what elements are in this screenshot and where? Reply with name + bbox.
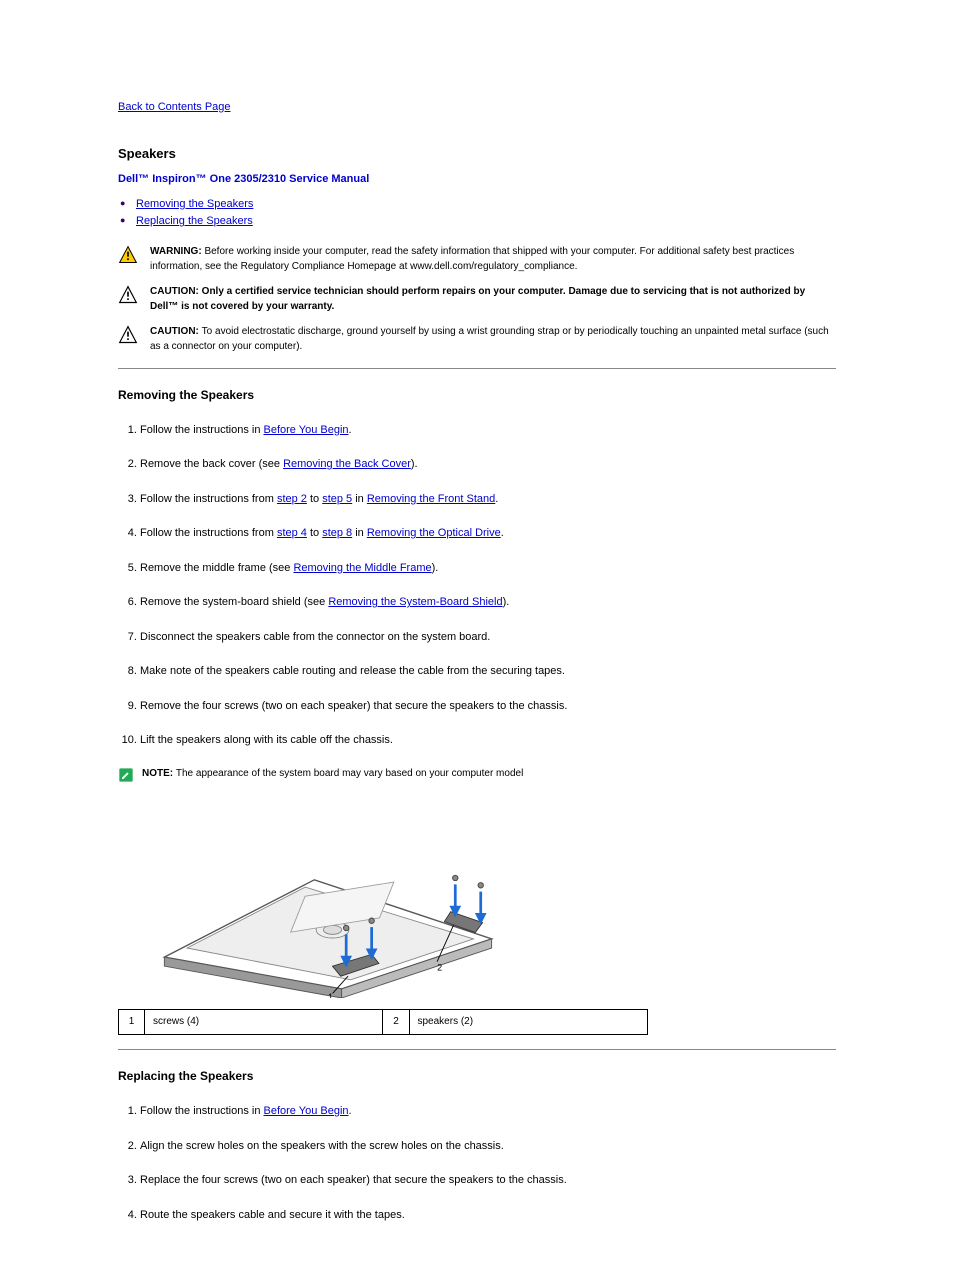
step-5-link[interactable]: step 5 [322,493,352,505]
removing-middle-frame-link[interactable]: Removing the Middle Frame [293,562,431,574]
divider [118,1049,836,1050]
step-2: Remove the back cover (see Removing the … [140,456,836,473]
divider [118,368,836,369]
toc-replacing-speakers-link[interactable]: Replacing the Speakers [136,215,253,227]
note-body: The appearance of the system board may v… [176,768,523,779]
diagram-legend-table: 1 screws (4) 2 speakers (2) [118,1009,648,1035]
replace-step-3: Replace the four screws (two on each spe… [140,1172,836,1189]
step-2-link[interactable]: step 2 [277,493,307,505]
step-4-link[interactable]: step 4 [277,527,307,539]
step-8: Make note of the speakers cable routing … [140,663,836,680]
warning-notice: WARNING: Before working inside your comp… [118,244,836,274]
step-1: Follow the instructions in Before You Be… [140,422,836,439]
caution-2-text: CAUTION: To avoid electrostatic discharg… [150,324,836,354]
replace-step-4: Route the speakers cable and secure it w… [140,1207,836,1224]
step-7: Disconnect the speakers cable from the c… [140,629,836,646]
removing-steps: Follow the instructions in Before You Be… [140,422,836,749]
step-4: Follow the instructions from step 4 to s… [140,525,836,542]
step-6: Remove the system-board shield (see Remo… [140,594,836,611]
page-section-title: Speakers [118,145,836,163]
caution1-body: Only a certified service technician shou… [150,286,805,312]
step-3: Follow the instructions from step 2 to s… [140,491,836,508]
caution-notice-1: CAUTION: Only a certified service techni… [118,284,836,314]
legend-1-num: 1 [119,1010,145,1035]
removing-speakers-heading: Removing the Speakers [118,387,836,404]
warning-text: WARNING: Before working inside your comp… [150,244,836,274]
caution-triangle-icon [118,285,142,310]
removing-optical-drive-link[interactable]: Removing the Optical Drive [367,527,501,539]
step-8-link[interactable]: step 8 [322,527,352,539]
caution-notice-2: CAUTION: To avoid electrostatic discharg… [118,324,836,354]
caution2-body: To avoid electrostatic discharge, ground… [150,326,829,352]
replace-step-2: Align the screw holes on the speakers wi… [140,1138,836,1155]
toc-removing-speakers-link[interactable]: Removing the Speakers [136,198,253,210]
legend-2-label: speakers (2) [409,1010,648,1035]
warning-triangle-icon [118,245,142,270]
replace-step-1: Follow the instructions in Before You Be… [140,1103,836,1120]
warning-body: Before working inside your computer, rea… [150,246,794,272]
note-pencil-icon [118,767,136,788]
step-9: Remove the four screws (two on each spea… [140,698,836,715]
caution-1-text: CAUTION: Only a certified service techni… [150,284,836,314]
toc-list: Removing the Speakers Replacing the Spea… [118,197,836,230]
step-5: Remove the middle frame (see Removing th… [140,560,836,577]
note-lead: NOTE: [142,768,176,779]
step-10: Lift the speakers along with its cable o… [140,732,836,749]
svg-text:2: 2 [437,963,442,973]
replacing-steps: Follow the instructions in Before You Be… [140,1103,836,1223]
removing-front-stand-link[interactable]: Removing the Front Stand [367,493,495,505]
caution-triangle-icon [118,325,142,350]
manual-title: Dell™ Inspiron™ One 2305/2310 Service Ma… [118,172,836,187]
before-you-begin-link-2[interactable]: Before You Begin [264,1105,349,1117]
back-to-contents-link[interactable]: Back to Contents Page [118,100,231,115]
before-you-begin-link[interactable]: Before You Begin [264,424,349,436]
caution2-lead: CAUTION: [150,326,202,337]
replacing-speakers-heading: Replacing the Speakers [118,1068,836,1085]
warning-lead: WARNING: [150,246,204,257]
legend-1-label: screws (4) [145,1010,383,1035]
removing-back-cover-link[interactable]: Removing the Back Cover [283,458,411,470]
speakers-diagram: 1 2 [118,798,836,1003]
note-row: NOTE: The appearance of the system board… [118,767,836,788]
svg-text:1: 1 [328,992,333,998]
note-text: NOTE: The appearance of the system board… [142,767,523,781]
legend-2-num: 2 [383,1010,409,1035]
caution1-lead: CAUTION: [150,286,202,297]
removing-system-board-shield-link[interactable]: Removing the System-Board Shield [328,596,502,608]
